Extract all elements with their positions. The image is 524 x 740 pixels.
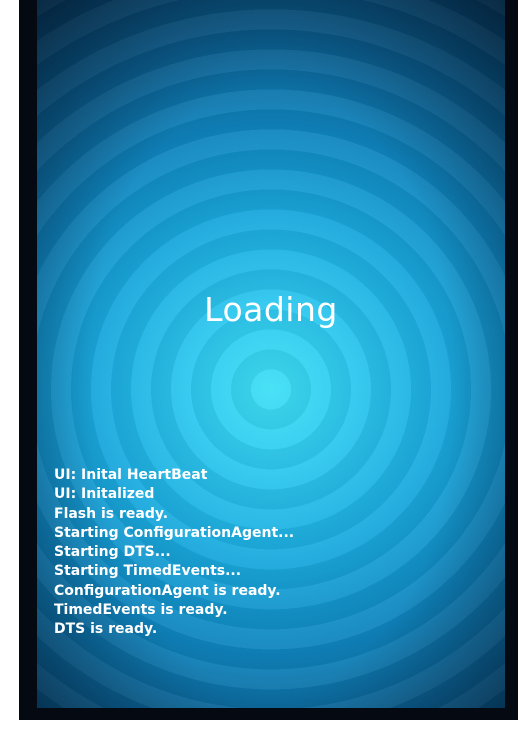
- log-line: ConfigurationAgent is ready.: [54, 582, 281, 599]
- loading-screen: Loading UI: Inital HeartBeat UI: Initali…: [37, 0, 505, 708]
- log-line: DTS is ready.: [54, 621, 158, 638]
- log-line: UI: Initalized: [54, 486, 155, 503]
- photo-frame: Loading UI: Inital HeartBeat UI: Initali…: [0, 0, 524, 740]
- log-line: Starting DTS...: [54, 544, 171, 561]
- log-line: Starting TimedEvents...: [54, 563, 242, 580]
- device-bezel-right: [505, 0, 518, 718]
- device-bezel-left: [19, 0, 37, 718]
- device-bezel-bottom: [19, 708, 518, 720]
- boot-log: UI: Inital HeartBeat UI: Initalized Flas…: [54, 466, 294, 640]
- log-line: UI: Inital HeartBeat: [54, 467, 208, 483]
- log-line: Flash is ready.: [54, 505, 169, 522]
- log-line: TimedEvents is ready.: [54, 602, 228, 619]
- log-line: Starting ConfigurationAgent...: [54, 524, 295, 541]
- loading-title: Loading: [204, 290, 338, 329]
